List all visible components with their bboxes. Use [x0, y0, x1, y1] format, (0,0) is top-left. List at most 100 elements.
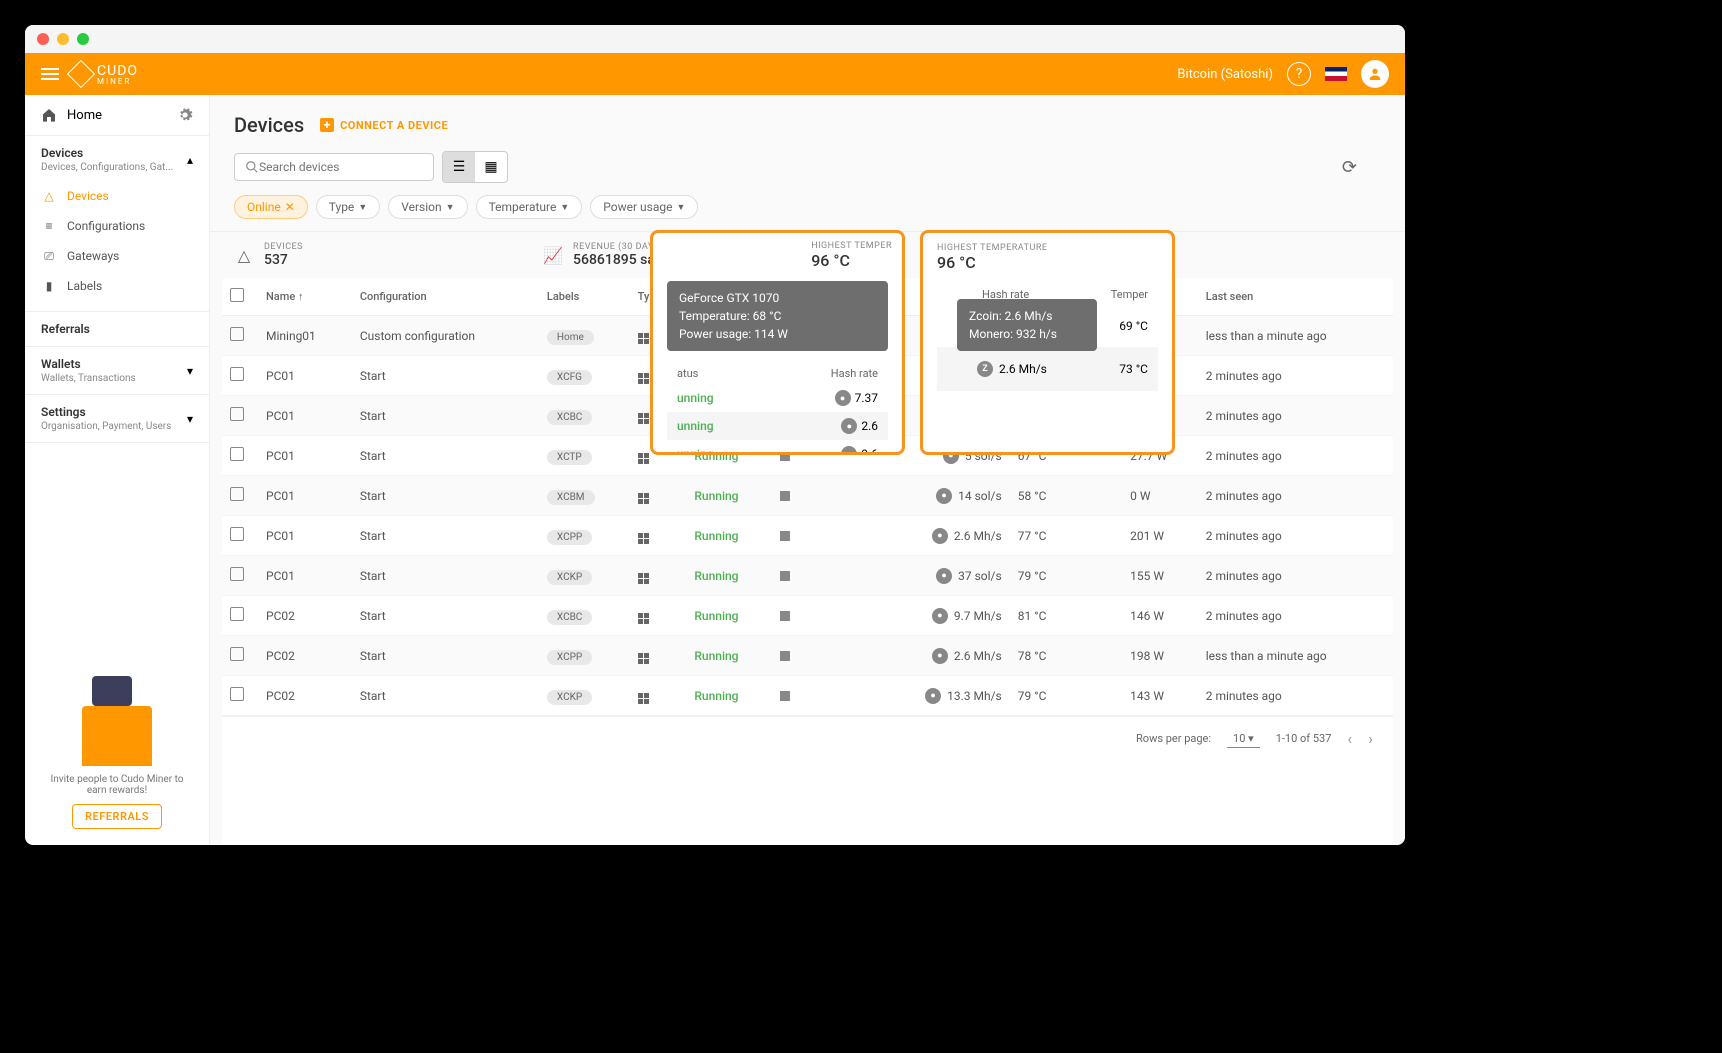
currency-label[interactable]: Bitcoin (Satoshi) — [1177, 67, 1273, 82]
warning-icon: △ — [234, 245, 254, 265]
table-row[interactable]: PC01 Start XCPP Running ●2.6 Mh/s 77 °C … — [222, 516, 1393, 556]
sidebar: Home Devices Devices, Configurations, Ga… — [25, 95, 210, 845]
cell-power: 201 W — [1122, 516, 1198, 556]
load-indicator — [780, 491, 870, 501]
cell-config: Start — [352, 676, 539, 716]
coin-icon: ● — [936, 488, 952, 504]
refresh-icon[interactable]: ⟳ — [1342, 157, 1357, 178]
filter-version[interactable]: Version▼ — [388, 195, 467, 219]
cell-power: 198 W — [1122, 636, 1198, 676]
coin-icon: ● — [841, 446, 857, 455]
sidebar-item-label: Configurations — [67, 219, 145, 233]
sidebar-home-label: Home — [67, 108, 102, 123]
filter-temperature[interactable]: Temperature▼ — [476, 195, 583, 219]
table-row[interactable]: PC01 Start XCBM Running ●14 sol/s 58 °C … — [222, 476, 1393, 516]
label-pill: XCBM — [547, 490, 595, 505]
close-window-icon[interactable] — [37, 33, 49, 45]
coin-icon: ● — [841, 418, 857, 434]
tag-icon: ▮ — [41, 278, 57, 294]
coin-icon: ● — [835, 390, 851, 406]
maximize-window-icon[interactable] — [77, 33, 89, 45]
filter-power[interactable]: Power usage▼ — [590, 195, 698, 219]
sidebar-item-configurations[interactable]: ≡ Configurations — [41, 211, 193, 241]
cell-status: Running — [686, 636, 772, 676]
minimize-window-icon[interactable] — [57, 33, 69, 45]
cell-hashrate: ●2.6 Mh/s — [886, 528, 1002, 544]
select-all-checkbox[interactable] — [230, 288, 244, 302]
sidebar-item-labels[interactable]: ▮ Labels — [41, 271, 193, 301]
stat-revenue: 📈 REVENUE (30 DAYS) 56861895 sat — [543, 242, 663, 268]
row-checkbox[interactable] — [230, 687, 244, 701]
close-icon[interactable]: ✕ — [285, 200, 295, 214]
row-checkbox[interactable] — [230, 447, 244, 461]
windows-icon — [638, 613, 649, 624]
avatar-icon[interactable] — [1361, 60, 1389, 88]
cell-config: Custom configuration — [352, 316, 539, 356]
label-pill: XCFG — [547, 370, 592, 385]
cell-power: 143 W — [1122, 676, 1198, 716]
cell-temp: 78 °C — [1010, 636, 1122, 676]
prev-page-button[interactable]: ‹ — [1347, 729, 1352, 748]
label-pill: XCBC — [547, 610, 592, 625]
windows-icon — [638, 533, 649, 544]
windows-icon — [638, 333, 649, 344]
list-view-button[interactable]: ☰ — [443, 152, 475, 182]
row-checkbox[interactable] — [230, 607, 244, 621]
col-name[interactable]: Name ↑ — [258, 278, 352, 316]
sidebar-section-wallets[interactable]: Wallets Wallets, Transactions ▾ — [41, 357, 193, 384]
chevron-up-icon: ▴ — [187, 153, 193, 167]
cell-name: PC01 — [258, 556, 352, 596]
sidebar-item-label: Devices — [67, 189, 109, 203]
search-input[interactable] — [234, 153, 434, 181]
plus-icon: + — [320, 118, 334, 132]
filter-type[interactable]: Type▼ — [316, 195, 380, 219]
table-row[interactable]: PC01 Start XCKP Running ●37 sol/s 79 °C … — [222, 556, 1393, 596]
cell-name: PC01 — [258, 356, 352, 396]
gear-icon[interactable] — [177, 107, 193, 123]
cell-power: 146 W — [1122, 596, 1198, 636]
col-config[interactable]: Configuration — [352, 278, 539, 316]
row-checkbox[interactable] — [230, 527, 244, 541]
sidebar-item-label: Gateways — [67, 249, 119, 263]
cell-config: Start — [352, 516, 539, 556]
sliders-icon: ≡ — [41, 218, 57, 234]
cell-lastseen: 2 minutes ago — [1198, 356, 1393, 396]
col-lastseen[interactable]: Last seen — [1198, 278, 1393, 316]
sidebar-home[interactable]: Home — [25, 95, 209, 136]
menu-icon[interactable] — [41, 68, 59, 80]
referrals-button[interactable]: REFERRALS — [72, 804, 162, 829]
col-labels[interactable]: Labels — [539, 278, 630, 316]
filter-online[interactable]: Online✕ — [234, 195, 308, 219]
hashrate-tooltip: Zcoin: 2.6 Mh/s Monero: 932 h/s — [957, 299, 1097, 351]
row-checkbox[interactable] — [230, 367, 244, 381]
row-checkbox[interactable] — [230, 407, 244, 421]
table-row[interactable]: PC02 Start XCPP Running ●2.6 Mh/s 78 °C … — [222, 636, 1393, 676]
row-checkbox[interactable] — [230, 647, 244, 661]
row-checkbox[interactable] — [230, 567, 244, 581]
connect-device-button[interactable]: + CONNECT A DEVICE — [320, 118, 448, 132]
referral-promo-text: Invite people to Cudo Miner to earn rewa… — [41, 774, 193, 796]
sidebar-item-label: Labels — [67, 279, 102, 293]
cell-power: 0 W — [1122, 476, 1198, 516]
sidebar-item-gateways[interactable]: ⎚ Gateways — [41, 241, 193, 271]
cell-lastseen: 2 minutes ago — [1198, 676, 1393, 716]
sidebar-item-devices[interactable]: △ Devices — [41, 181, 193, 211]
rows-per-page-select[interactable]: 10 ▾ — [1227, 730, 1260, 748]
sidebar-section-devices[interactable]: Devices Devices, Configurations, Gat... … — [41, 146, 193, 173]
table-row[interactable]: PC02 Start XCKP Running ●13.3 Mh/s 79 °C… — [222, 676, 1393, 716]
sidebar-section-settings[interactable]: Settings Organisation, Payment, Users ▾ — [41, 405, 193, 432]
table-row[interactable]: PC02 Start XCBC Running ●9.7 Mh/s 81 °C … — [222, 596, 1393, 636]
label-pill: XCKP — [547, 690, 592, 705]
sidebar-section-referrals[interactable]: Referrals — [41, 322, 193, 336]
language-flag-icon[interactable] — [1325, 67, 1347, 81]
row-checkbox[interactable] — [230, 327, 244, 341]
next-page-button[interactable]: › — [1368, 729, 1373, 748]
coin-icon: ● — [932, 648, 948, 664]
coin-icon: ● — [925, 688, 941, 704]
grid-view-button[interactable]: ▦ — [475, 152, 507, 182]
row-checkbox[interactable] — [230, 487, 244, 501]
envelope-illustration-icon — [82, 706, 152, 766]
titlebar — [25, 25, 1405, 53]
help-icon[interactable]: ? — [1287, 62, 1311, 86]
caret-down-icon: ▾ — [1248, 732, 1254, 745]
